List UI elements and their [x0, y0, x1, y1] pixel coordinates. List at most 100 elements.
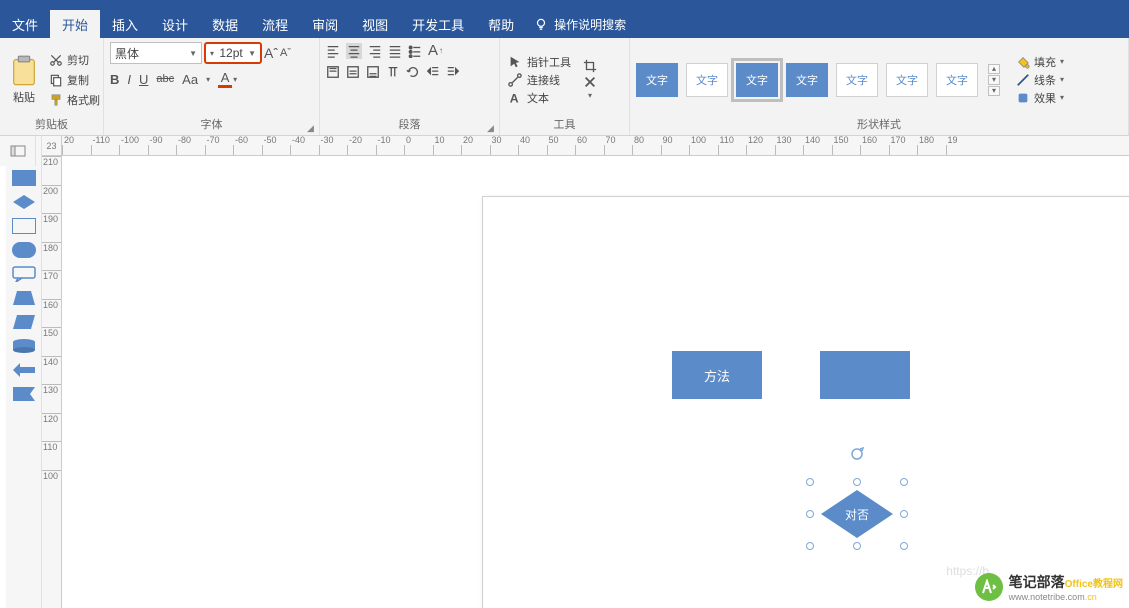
- canvas[interactable]: 23 20-110-100-90-80-70-60-50-40-30-20-10…: [42, 136, 1129, 608]
- tab-home[interactable]: 开始: [50, 10, 100, 38]
- diamond-shape-stencil[interactable]: [12, 194, 36, 210]
- selection-handle-ne[interactable]: [900, 478, 908, 486]
- style-gallery-more[interactable]: ▾: [988, 86, 1000, 96]
- selection-handle-w[interactable]: [806, 510, 814, 518]
- style-thumb-4[interactable]: 文字: [786, 63, 828, 97]
- style-thumb-3[interactable]: 文字: [736, 63, 778, 97]
- font-group-label: 字体: [110, 117, 313, 133]
- crop-icon: [583, 59, 597, 73]
- align-middle-button[interactable]: [346, 65, 360, 79]
- tab-review[interactable]: 审阅: [300, 10, 350, 38]
- selection-handle-nw[interactable]: [806, 478, 814, 486]
- justify-button[interactable]: [388, 44, 402, 58]
- style-scroll-down[interactable]: ▾: [988, 75, 1000, 85]
- shapes-pane-header[interactable]: [0, 136, 36, 166]
- style-thumb-5[interactable]: 文字: [836, 63, 878, 97]
- indent-right-button[interactable]: [446, 65, 460, 79]
- tab-developer[interactable]: 开发工具: [400, 10, 476, 38]
- align-bottom-button[interactable]: [366, 65, 380, 79]
- process-shape-1[interactable]: 方法: [672, 351, 762, 399]
- italic-button[interactable]: I: [127, 72, 131, 87]
- arrow-left-stencil[interactable]: [12, 362, 36, 378]
- decision-shape[interactable]: 对否: [821, 490, 893, 538]
- selection-handle-s[interactable]: [853, 542, 861, 550]
- bold-button[interactable]: B: [110, 72, 119, 87]
- copy-button[interactable]: 复制: [46, 71, 103, 89]
- strike-button[interactable]: abc: [156, 73, 174, 85]
- tab-view[interactable]: 视图: [350, 10, 400, 38]
- paste-button[interactable]: 粘贴: [6, 53, 42, 107]
- chevron-down-icon: ▾: [233, 75, 237, 84]
- shape-styles-group-label: 形状样式: [636, 117, 1122, 133]
- style-thumb-7[interactable]: 文字: [936, 63, 978, 97]
- indent-left-button[interactable]: [426, 65, 440, 79]
- x-icon: [583, 75, 597, 89]
- rotate-text-button[interactable]: [406, 65, 420, 79]
- ruler-corner: 23: [42, 136, 62, 156]
- tab-design[interactable]: 设计: [150, 10, 200, 38]
- change-case-button[interactable]: Aa: [182, 72, 198, 87]
- font-dialog-launcher[interactable]: ◢: [307, 123, 317, 133]
- rounded-rect-stencil[interactable]: [12, 242, 36, 258]
- fill-button[interactable]: 填充▾: [1016, 54, 1064, 70]
- copy-label: 复制: [67, 72, 89, 88]
- process-shape-2[interactable]: [820, 351, 910, 399]
- rotate-handle[interactable]: [849, 446, 865, 462]
- cylinder-stencil[interactable]: [12, 338, 36, 354]
- crop-tool-button[interactable]: [583, 59, 597, 73]
- pointer-tool-button[interactable]: 指针工具: [506, 53, 573, 71]
- shrink-font-button[interactable]: Aˇ: [280, 47, 291, 59]
- parallelogram-stencil[interactable]: [12, 314, 36, 330]
- align-right-button[interactable]: [368, 44, 382, 58]
- format-painter-button[interactable]: 格式刷: [46, 91, 103, 109]
- tab-data[interactable]: 数据: [200, 10, 250, 38]
- rect-shape-stencil[interactable]: [12, 170, 36, 186]
- font-size-selector[interactable]: ▾ 12pt ▼: [204, 42, 262, 64]
- connector-tool-label: 连接线: [527, 72, 560, 88]
- selection-handle-se[interactable]: [900, 542, 908, 550]
- rect-outline-stencil[interactable]: [12, 218, 36, 234]
- style-thumb-1[interactable]: 文字: [636, 63, 678, 97]
- font-color-button[interactable]: A ▾: [218, 70, 237, 88]
- align-left-button[interactable]: [326, 44, 340, 58]
- style-thumb-2[interactable]: 文字: [686, 63, 728, 97]
- align-center-button[interactable]: [346, 43, 362, 59]
- selection-handle-e[interactable]: [900, 510, 908, 518]
- tab-insert[interactable]: 插入: [100, 10, 150, 38]
- line-button[interactable]: 线条▾: [1016, 72, 1064, 88]
- paragraph-dialog-launcher[interactable]: ◢: [487, 123, 497, 133]
- cut-button[interactable]: 剪切: [46, 51, 103, 69]
- align-middle-icon: [346, 65, 360, 79]
- connector-icon: [508, 73, 522, 87]
- effects-label: 效果: [1034, 90, 1056, 106]
- grow-font-button[interactable]: Aˆ: [264, 45, 278, 61]
- watermark: 笔记部落Office教程网 www.notetribe.com.cn: [975, 572, 1123, 602]
- connector-tool-button[interactable]: 连接线: [506, 71, 573, 89]
- align-top-button[interactable]: [326, 65, 340, 79]
- style-scroll-up[interactable]: ▴: [988, 64, 1000, 74]
- effects-button[interactable]: 效果 ▾: [1016, 90, 1064, 106]
- bullets-icon: [408, 44, 422, 58]
- justify-icon: [388, 44, 402, 58]
- tab-help[interactable]: 帮助: [476, 10, 526, 38]
- tab-process[interactable]: 流程: [250, 10, 300, 38]
- align-left-icon: [326, 44, 340, 58]
- bullets-button[interactable]: [408, 44, 422, 58]
- selection-handle-n[interactable]: [853, 478, 861, 486]
- x-tool-button[interactable]: [583, 75, 597, 89]
- font-size-increase-button[interactable]: A↑: [428, 42, 443, 59]
- text-tool-button[interactable]: A 文本: [506, 89, 573, 107]
- underline-button[interactable]: U: [139, 72, 148, 87]
- text-direction-button[interactable]: [386, 65, 400, 79]
- callout-stencil[interactable]: [12, 266, 36, 282]
- tell-me-search[interactable]: 操作说明搜索: [534, 10, 626, 38]
- tab-file[interactable]: 文件: [0, 10, 50, 38]
- flag-stencil[interactable]: [12, 386, 36, 402]
- decision-shape-selection[interactable]: 对否: [802, 474, 912, 554]
- chevron-down-icon: ▾: [1060, 93, 1064, 102]
- selection-handle-sw[interactable]: [806, 542, 814, 550]
- font-name-selector[interactable]: 黑体 ▼: [110, 42, 202, 64]
- style-thumb-6[interactable]: 文字: [886, 63, 928, 97]
- decision-shape-text: 对否: [821, 490, 893, 538]
- trapezoid-stencil[interactable]: [12, 290, 36, 306]
